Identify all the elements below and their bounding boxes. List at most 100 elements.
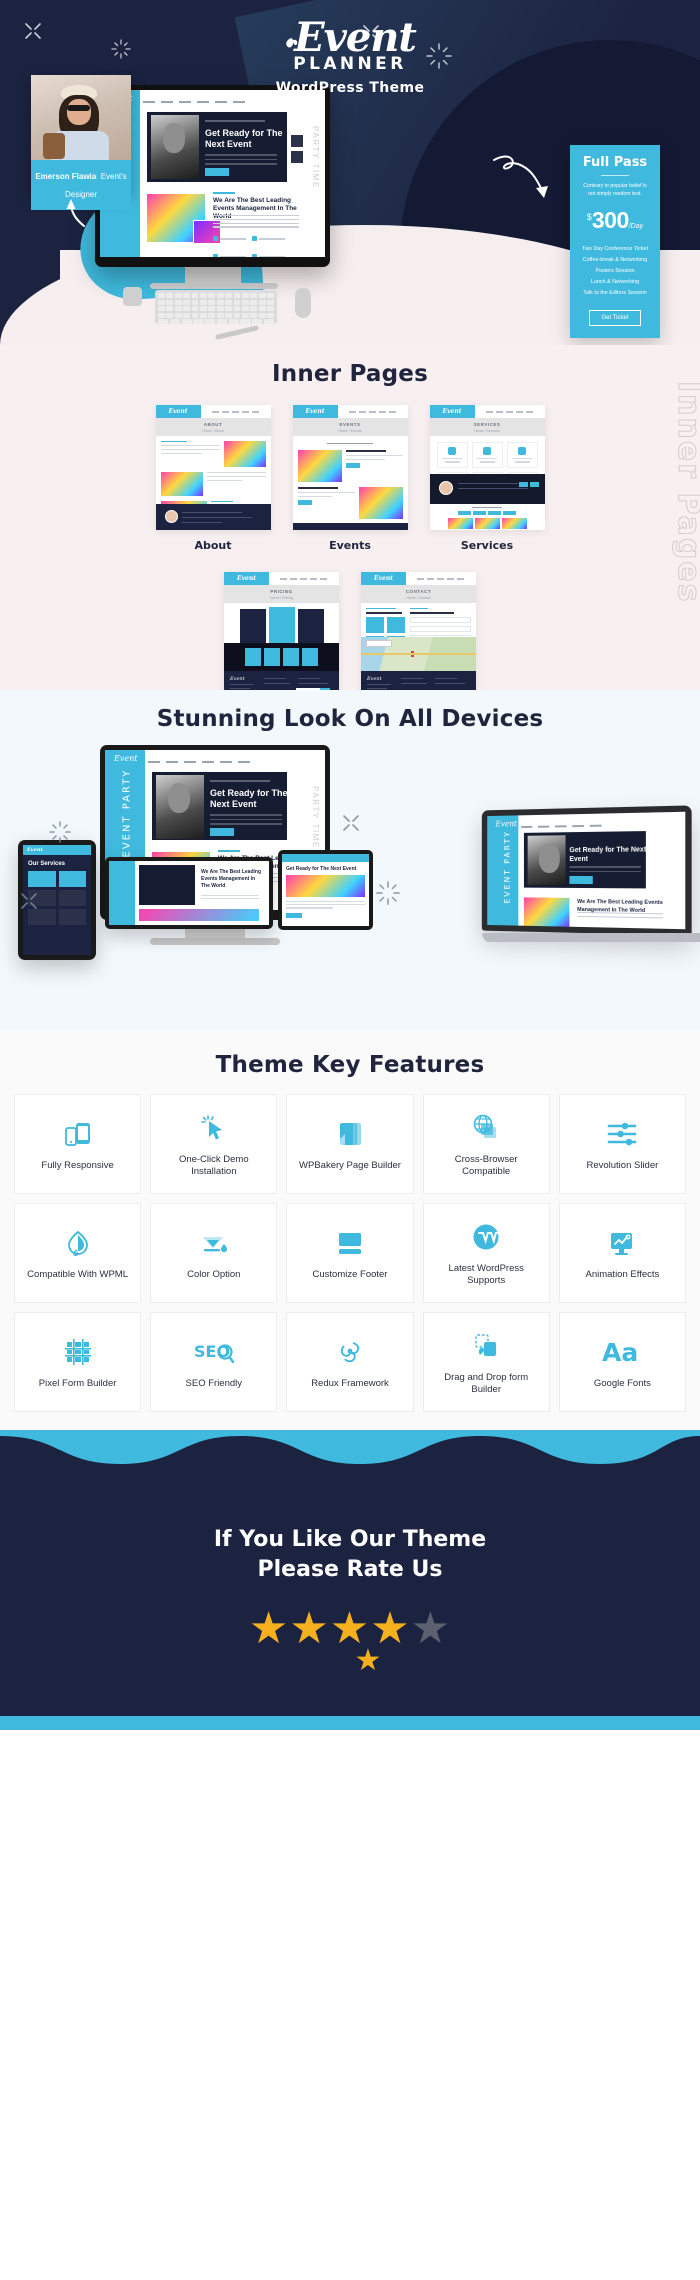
full-pass-feature: Lunch & Networking xyxy=(590,279,640,285)
redux-icon xyxy=(335,1335,365,1369)
pages-stack-icon xyxy=(335,1117,365,1151)
feature-card-color-option[interactable]: Color Option xyxy=(150,1203,278,1303)
feature-label: One-Click Demo Installation xyxy=(178,1153,249,1177)
imac-stand-neck xyxy=(185,267,241,283)
feature-label: Drag and Drop form Builder xyxy=(444,1371,529,1395)
feature-card-animation-effects[interactable]: Animation Effects xyxy=(558,1203,686,1303)
feature-card-customize-footer[interactable]: Customize Footer xyxy=(286,1203,414,1303)
feature-card-google-fonts[interactable]: Aa Google Fonts xyxy=(558,1312,686,1412)
feature-card-cross-browser[interactable]: Cross-Browser Compatible xyxy=(422,1094,550,1194)
price-amount: 300 xyxy=(591,207,629,233)
drag-drop-hand-icon xyxy=(471,1329,501,1363)
inner-pages-title: Inner Pages xyxy=(272,361,428,387)
feature-label: Color Option xyxy=(187,1268,241,1280)
thumb-label: Events xyxy=(329,539,371,552)
divider xyxy=(601,175,629,176)
full-pass-feature: Coffee-break & Networking xyxy=(582,257,648,263)
feature-label: Fully Responsive xyxy=(41,1159,114,1171)
devices-section: Stunning Look On All Devices EVENT PARTY… xyxy=(0,690,700,1030)
inner-page-thumb-contact[interactable]: Event CONTACT Home / Contact Event xyxy=(361,572,476,690)
trackpad-puck xyxy=(123,287,142,306)
full-pass-feature: Two Day Conference Ticket xyxy=(582,246,648,252)
phone-device-mockup: Get Ready for The Next Event xyxy=(278,850,373,930)
thumb-breadcrumb: Home / Services xyxy=(474,429,500,433)
logo-sub-text: PLANNER xyxy=(293,54,407,74)
inner-pages-watermark: Inner Pages xyxy=(671,381,700,605)
keyboard xyxy=(155,290,277,324)
feature-card-wpbakery[interactable]: WPBakery Page Builder xyxy=(286,1094,414,1194)
screen-cta-button[interactable] xyxy=(205,168,229,176)
inner-page-thumb-services[interactable]: Event SERVICES Home / Services Services xyxy=(429,405,545,552)
pixel-grid-icon xyxy=(63,1335,93,1369)
feature-label: Customize Footer xyxy=(312,1268,388,1280)
thumb-breadcrumb: Home / Contact xyxy=(406,596,431,600)
feature-label: WPBakery Page Builder xyxy=(299,1159,401,1171)
features-section: Theme Key Features Fully Responsive One-… xyxy=(0,1030,700,1430)
designer-name: Emerson Flawia xyxy=(35,172,97,181)
full-pass-card: Full Pass Contrary to popular belief is … xyxy=(570,145,660,338)
curved-arrow-up-icon xyxy=(66,199,85,227)
feature-card-pixel-form-builder[interactable]: Pixel Form Builder xyxy=(14,1312,142,1412)
thumb-page-header: PRICING xyxy=(270,589,293,594)
footer-rating-section: If You Like Our Theme Please Rate Us ★★★… xyxy=(0,1430,700,1730)
imac-stand-base xyxy=(150,283,278,289)
wave-divider xyxy=(0,1430,700,1464)
squiggle-arrow-icon xyxy=(493,155,548,198)
full-pass-feature: Talk to the Editors Session xyxy=(583,290,647,296)
animation-monitor-icon xyxy=(607,1226,637,1260)
feature-card-drag-drop-builder[interactable]: Drag and Drop form Builder xyxy=(422,1312,550,1412)
paint-bucket-icon xyxy=(199,1226,229,1260)
inner-page-thumb-events[interactable]: Event EVENTS Home / Events Events xyxy=(292,405,408,552)
full-pass-feature: Posters Session xyxy=(595,268,635,274)
footer-title-line-one: If You Like Our Theme xyxy=(213,1527,487,1552)
thumb-page-header: EVENTS xyxy=(339,422,361,427)
thumb-breadcrumb: Home / About xyxy=(202,429,224,433)
wide-device-mockup: We Are The Best Leading Events Managemen… xyxy=(105,857,273,929)
inner-page-thumb-about[interactable]: Event ABOUT Home / About About xyxy=(155,405,271,552)
svg-text:Aa: Aa xyxy=(602,1338,638,1367)
feature-label: Revolution Slider xyxy=(586,1159,659,1171)
inner-pages-section: Inner Pages Inner Pages Event ABOUT Home … xyxy=(0,345,700,690)
full-pass-title: Full Pass xyxy=(582,155,648,170)
sliders-icon xyxy=(606,1117,638,1151)
features-grid: Fully Responsive One-Click Demo Installa… xyxy=(0,1078,700,1412)
feature-label: Pixel Form Builder xyxy=(38,1377,117,1389)
thumb-label: About xyxy=(194,539,232,552)
features-title: Theme Key Features xyxy=(215,1052,485,1078)
laptop-device-mockup: EVENT PARTY Event Get Ready for The Next … xyxy=(481,805,692,936)
feature-label: Redux Framework xyxy=(311,1377,389,1389)
desktop-base xyxy=(150,938,280,945)
footer-layout-icon xyxy=(335,1226,365,1260)
feature-card-one-click-demo[interactable]: One-Click Demo Installation xyxy=(150,1094,278,1194)
inner-page-thumb-pricing[interactable]: Event PRICING Home / Pricing Event xyxy=(224,572,339,690)
screen-thumbnails[interactable] xyxy=(290,134,304,166)
logo-tagline: WordPress Theme xyxy=(275,80,425,96)
typography-aa-icon: Aa xyxy=(602,1335,642,1369)
hero-section: Event PLANNER WordPress Theme Emerson Fl… xyxy=(0,0,700,345)
feature-label: Latest WordPress Supports xyxy=(448,1262,524,1286)
screen-headline: Get Ready for The Next Event xyxy=(205,128,283,149)
thumb-page-header: SERVICES xyxy=(473,422,501,427)
feature-card-seo-friendly[interactable]: SEO SEO Friendly xyxy=(150,1312,278,1412)
get-ticket-button[interactable]: Get Ticket xyxy=(589,310,641,326)
theme-logo: Event PLANNER WordPress Theme xyxy=(0,18,700,97)
rating-stars[interactable]: ★★★★★ ★ xyxy=(0,1603,700,1677)
footer-title-line-two: Please Rate Us xyxy=(257,1557,443,1582)
feature-card-redux-framework[interactable]: Redux Framework xyxy=(286,1312,414,1412)
feature-card-latest-wordpress[interactable]: Latest WordPress Supports xyxy=(422,1203,550,1303)
wordpress-icon xyxy=(471,1220,501,1254)
devices-title: Stunning Look On All Devices xyxy=(156,706,544,732)
feature-label: Google Fonts xyxy=(593,1377,651,1389)
thumb-breadcrumb: Home / Pricing xyxy=(270,596,293,600)
thumb-label: Services xyxy=(460,539,514,552)
feature-card-wpml[interactable]: Compatible With WPML xyxy=(14,1203,142,1303)
imac-screen: EVENT PARTY Event Get Ready for The Next… xyxy=(100,90,325,257)
feature-card-fully-responsive[interactable]: Fully Responsive xyxy=(14,1094,142,1194)
full-pass-feature-list: Two Day Conference Ticket Coffee-break &… xyxy=(576,244,654,299)
globe-stack-icon xyxy=(471,1111,501,1145)
thumb-breadcrumb: Home / Events xyxy=(338,429,362,433)
mouse xyxy=(295,288,311,318)
feature-label: SEO Friendly xyxy=(185,1377,243,1389)
feature-card-revolution-slider[interactable]: Revolution Slider xyxy=(558,1094,686,1194)
screen-hero-banner: Get Ready for The Next Event xyxy=(147,112,287,182)
